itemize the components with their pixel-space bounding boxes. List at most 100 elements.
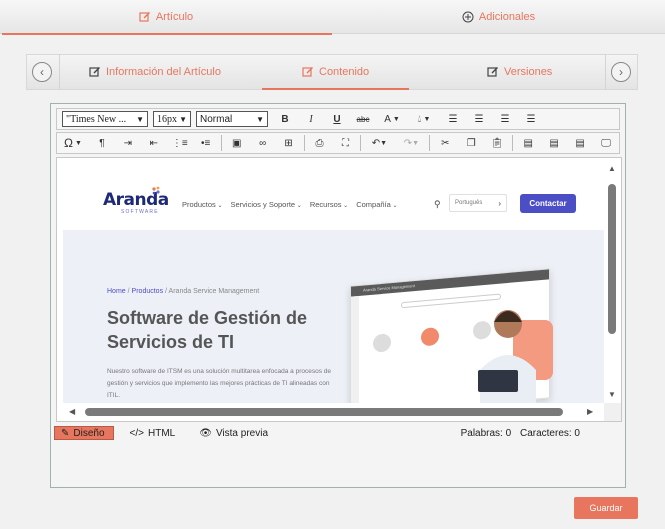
divider — [360, 135, 362, 151]
strikethrough-button[interactable]: abc — [350, 109, 376, 129]
format-select[interactable]: Normal ▼ — [196, 111, 268, 127]
breadcrumb-home: Home — [107, 288, 126, 295]
underline-icon: U — [333, 113, 341, 125]
mock-sidebar — [351, 295, 359, 404]
nav-productos: Productos — [182, 200, 222, 209]
select-all-button[interactable]: ▤ — [567, 133, 593, 153]
chevron-right-icon: › — [619, 65, 623, 79]
toolbar-row-2: Ω ▼ ¶ ⇥ ⇤ ⋮≡ •≡ ▣ ∞ ⊞ ⎙ ⛶ ↶ ▼ ↷ ▼ ✂ ❐ 📋︎ ▤ … — [56, 132, 620, 154]
align-right-button[interactable]: ☰ — [492, 109, 518, 129]
font-color-button[interactable]: A ▼ — [376, 109, 408, 129]
fullscreen-button[interactable]: ⛶ — [333, 133, 359, 153]
html-mode-button[interactable]: </> HTML — [124, 426, 184, 440]
editor-content-area[interactable]: Aranda SOFTWARE Productos Servicios y So… — [56, 157, 622, 422]
undo-icon: ↶ — [371, 137, 381, 149]
droplet-icon: 💧︎ — [417, 113, 422, 125]
preview-mode-button[interactable]: 👁︎ Vista previa — [193, 426, 276, 440]
scroll-right-button[interactable]: › — [611, 62, 631, 82]
copy-icon: ❐ — [466, 137, 476, 149]
cut-button[interactable]: ✂ — [432, 133, 458, 153]
align-left-icon: ☰ — [448, 113, 458, 125]
rich-text-editor: "Times New ... ▼ 16px ▼ Normal ▼ B I U abc … — [50, 103, 626, 488]
scroll-up-icon[interactable]: ▲ — [608, 164, 616, 173]
ordered-list-button[interactable]: ⋮≡ — [167, 133, 193, 153]
align-center-icon: ☰ — [474, 113, 484, 125]
char-count: Caracteres: 0 — [519, 427, 580, 439]
edit-icon — [487, 67, 498, 77]
underline-button[interactable]: U — [324, 109, 350, 129]
justify-button[interactable]: ☰ — [518, 109, 544, 129]
tab-adicionales[interactable]: Adicionales — [332, 0, 665, 34]
divider — [429, 135, 431, 151]
tab-contenido[interactable]: Contenido — [261, 55, 410, 90]
word-count: Palabras: 0 — [460, 427, 512, 439]
font-family-value: "Times New ... — [66, 113, 127, 125]
caret-down-icon: ▼ — [380, 139, 388, 147]
print-button[interactable]: ⎙ — [307, 133, 333, 153]
indent-button[interactable]: ⇥ — [115, 133, 141, 153]
bold-button[interactable]: B — [272, 109, 298, 129]
paste-button[interactable]: 📋︎ — [484, 133, 510, 153]
link-icon: ∞ — [259, 137, 267, 149]
editor-mode-bar: ✎ Diseño </> HTML 👁︎ Vista previa Palabr… — [54, 426, 624, 440]
tab-articulo[interactable]: Artículo — [0, 0, 332, 35]
vertical-scrollbar[interactable]: ▲ ▼ — [604, 158, 621, 404]
outdent-button[interactable]: ⇤ — [141, 133, 167, 153]
horizontal-scrollbar[interactable]: ◀ ▶ — [57, 403, 605, 421]
design-mode-button[interactable]: ✎ Diseño — [54, 426, 114, 440]
caret-down-icon: ▼ — [74, 139, 82, 147]
word-char-count: Palabras: 0 Caracteres: 0 — [461, 428, 580, 439]
align-left-button[interactable]: ☰ — [440, 109, 466, 129]
clipboard-word-icon: ▤ — [549, 137, 559, 149]
tab-adicionales-label: Adicionales — [478, 11, 536, 23]
scrollbar-thumb[interactable] — [85, 408, 563, 416]
design-mode-label: Diseño — [73, 427, 105, 439]
copy-button[interactable]: ❐ — [458, 133, 484, 153]
tab-versiones[interactable]: Versiones — [487, 55, 552, 89]
tab-informacion-articulo[interactable]: Información del Artículo — [89, 55, 221, 89]
redo-button[interactable]: ↷ ▼ — [395, 133, 427, 153]
scroll-right-icon[interactable]: ▶ — [587, 407, 593, 416]
scrollbar-thumb[interactable] — [608, 184, 616, 334]
caret-down-icon: ▼ — [412, 139, 420, 147]
font-color-icon: A — [384, 113, 391, 125]
font-size-value: 16px — [157, 113, 177, 125]
hero-section: Home / Productos / Aranda Service Manage… — [63, 230, 605, 404]
chevron-right-icon: › — [498, 198, 501, 208]
bullet-list-button[interactable]: •≡ — [193, 133, 219, 153]
paste-icon: 📋︎ — [490, 137, 504, 149]
html-mode-label: HTML — [148, 427, 176, 439]
font-family-select[interactable]: "Times New ... ▼ — [62, 111, 148, 127]
save-button[interactable]: Guardar — [574, 497, 638, 519]
insert-image-button[interactable]: ▣ — [224, 133, 250, 153]
caret-down-icon: ▼ — [179, 114, 187, 124]
italic-button[interactable]: I — [298, 109, 324, 129]
print-icon: ⎙ — [315, 137, 324, 149]
justify-icon: ☰ — [526, 113, 536, 125]
insert-link-button[interactable]: ∞ — [250, 133, 276, 153]
paste-word-button[interactable]: ▤ — [541, 133, 567, 153]
bold-icon: B — [281, 113, 289, 125]
bullet-list-icon: •≡ — [201, 137, 211, 149]
font-size-select[interactable]: 16px ▼ — [153, 111, 191, 127]
paragraph-format-button[interactable]: ¶ — [89, 133, 115, 153]
insert-table-button[interactable]: ⊞ — [276, 133, 302, 153]
source-view-button[interactable]: 🖵︎ — [593, 133, 619, 153]
align-center-button[interactable]: ☰ — [466, 109, 492, 129]
logo-dots-icon — [152, 186, 160, 195]
special-character-button[interactable]: Ω ▼ — [57, 133, 89, 153]
align-right-icon: ☰ — [500, 113, 510, 125]
scroll-left-icon[interactable]: ◀ — [69, 407, 75, 416]
scroll-down-icon[interactable]: ▼ — [608, 390, 616, 399]
breadcrumb: Home / Productos / Aranda Service Manage… — [107, 288, 259, 295]
background-color-button[interactable]: 💧︎ ▼ — [408, 109, 440, 129]
language-value: Português — [455, 200, 483, 206]
undo-button[interactable]: ↶ ▼ — [363, 133, 395, 153]
embedded-webpage: Aranda SOFTWARE Productos Servicios y So… — [57, 158, 605, 404]
nav-compania: Compañía — [356, 200, 397, 209]
monitor-icon: 🖵︎ — [601, 137, 611, 149]
caret-down-icon: ▼ — [423, 115, 431, 123]
paste-text-button[interactable]: ▤ — [515, 133, 541, 153]
tab-versiones-label: Versiones — [504, 66, 553, 78]
scroll-left-button[interactable]: ‹ — [32, 62, 52, 82]
